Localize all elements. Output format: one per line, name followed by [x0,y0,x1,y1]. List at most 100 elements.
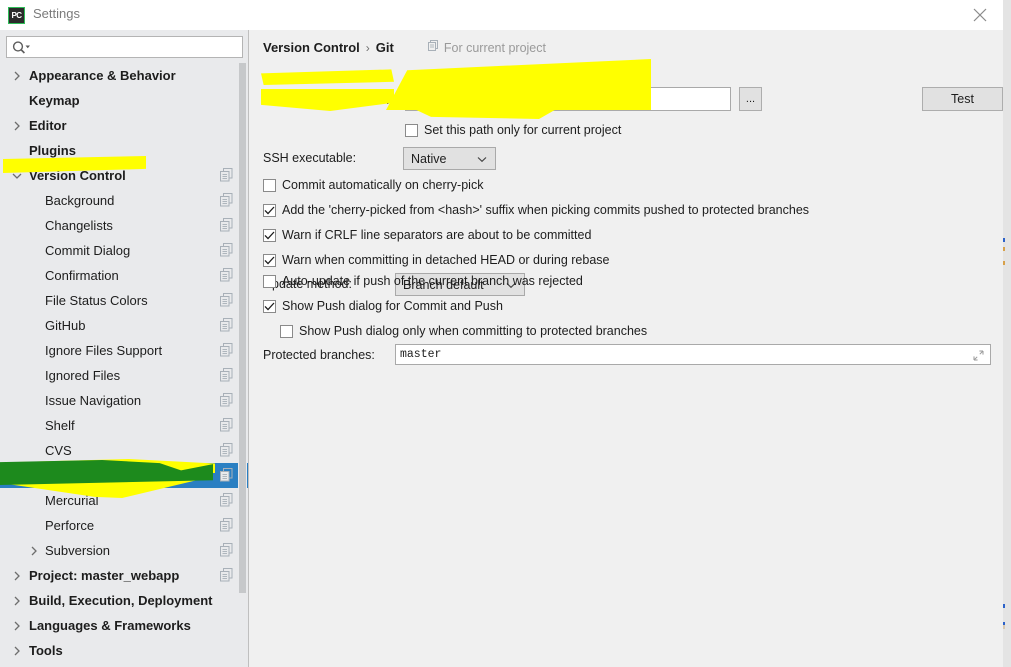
project-settings-icon[interactable] [220,218,233,232]
sidebar-item-cvs[interactable]: CVS [0,438,248,463]
set-path-current-project-row[interactable]: Set this path only for current project [405,123,621,137]
project-settings-icon[interactable] [220,443,233,457]
sidebar-item-ignored-files[interactable]: Ignored Files [0,363,248,388]
chevron-right-icon[interactable] [10,638,24,663]
search-icon [12,40,32,56]
test-button[interactable]: Test [922,87,1003,111]
project-settings-icon[interactable] [220,468,233,482]
path-to-git-label: Path to Git executable: [263,93,390,107]
sidebar-item-perforce[interactable]: Perforce [0,513,248,538]
option-checkbox[interactable] [263,299,276,313]
option-row[interactable]: Add the 'cherry-picked from <hash>' suff… [263,203,809,217]
path-to-git-row: Path to Git executable: [263,93,389,107]
chevron-right-icon[interactable] [10,113,24,138]
option-checkbox[interactable] [263,203,276,217]
set-path-current-project-checkbox[interactable] [405,123,418,137]
sidebar-item-label: GitHub [45,318,86,333]
breadcrumb: Version Control › Git For current projec… [263,40,546,55]
sidebar-item-project-master-webapp[interactable]: Project: master_webapp [0,563,248,588]
option-checkbox[interactable] [263,274,276,288]
sidebar-item-label: Keymap [29,93,80,108]
sidebar-item-label: Plugins [29,143,76,158]
sidebar-item-subversion[interactable]: Subversion [0,538,248,563]
git-settings-pane: Version Control › Git For current projec… [250,30,1003,667]
set-path-current-project-label: Set this path only for current project [424,123,622,137]
sidebar-item-issue-navigation[interactable]: Issue Navigation [0,388,248,413]
option-label: Warn when committing in detached HEAD or… [282,253,610,267]
chevron-right-icon[interactable] [10,563,24,588]
sidebar-item-commit-dialog[interactable]: Commit Dialog [0,238,248,263]
chevron-right-icon[interactable] [10,63,24,88]
ssh-executable-label: SSH executable: [263,151,357,165]
project-settings-icon[interactable] [220,318,233,332]
project-settings-icon[interactable] [220,493,233,507]
sidebar-item-changelists[interactable]: Changelists [0,213,248,238]
breadcrumb-parent[interactable]: Version Control [263,40,360,55]
option-row[interactable]: Auto-update if push of the current branc… [263,274,583,288]
search-input[interactable] [35,37,244,59]
sidebar-item-keymap[interactable]: Keymap [0,88,248,113]
sidebar-item-file-status-colors[interactable]: File Status Colors [0,288,248,313]
option-row[interactable]: Commit automatically on cherry-pick [263,178,483,192]
chevron-down-icon [477,152,487,166]
scope-note-label: For current project [443,40,546,55]
option-row[interactable]: Show Push dialog for Commit and Push [263,299,503,313]
chevron-down-icon[interactable] [10,163,24,188]
sidebar-item-build-execution-deployment[interactable]: Build, Execution, Deployment [0,588,248,613]
expand-icon[interactable] [973,350,984,361]
close-icon[interactable] [957,0,1003,30]
browse-button[interactable]: ... [739,87,762,111]
sidebar-item-appearance-behavior[interactable]: Appearance & Behavior [0,63,248,88]
project-settings-icon[interactable] [220,368,233,382]
sidebar-item-languages-frameworks[interactable]: Languages & Frameworks [0,613,248,638]
pycharm-logo-text: PC [11,10,22,20]
sidebar-item-plugins[interactable]: Plugins [0,138,248,163]
option-checkbox[interactable] [263,228,276,242]
sidebar-item-editor[interactable]: Editor [0,113,248,138]
sidebar-item-tools[interactable]: Tools [0,638,248,663]
option-row[interactable]: Show Push dialog only when committing to… [280,324,647,338]
option-label: Commit automatically on cherry-pick [282,178,484,192]
option-row[interactable]: Warn if CRLF line separators are about t… [263,228,591,242]
option-checkbox[interactable] [263,253,276,267]
sidebar-item-background[interactable]: Background [0,188,248,213]
sidebar-item-label: File Status Colors [45,293,148,308]
option-checkbox[interactable] [280,324,293,338]
project-settings-icon[interactable] [220,543,233,557]
sidebar-item-github[interactable]: GitHub [0,313,248,338]
sidebar-item-label: Issue Navigation [45,393,142,408]
ssh-executable-select[interactable]: Native [403,147,496,170]
project-settings-icon[interactable] [220,293,233,307]
settings-dialog: PC Settings Appearance & Behavior Keymap… [0,0,1003,667]
sidebar-item-version-control[interactable]: Version Control [0,163,248,188]
sidebar-item-mercurial[interactable]: Mercurial [0,488,248,513]
sidebar-item-label: Build, Execution, Deployment [29,593,213,608]
sidebar-scrollbar-thumb[interactable] [239,63,246,593]
project-settings-icon[interactable] [220,168,233,182]
path-to-git-input[interactable] [405,87,731,111]
chevron-right-icon[interactable] [27,538,41,563]
option-row[interactable]: Warn when committing in detached HEAD or… [263,253,609,267]
project-settings-icon[interactable] [220,343,233,357]
sidebar-item-shelf[interactable]: Shelf [0,413,248,438]
sidebar-item-label: Ignored Files [45,368,121,383]
chevron-right-icon[interactable] [10,588,24,613]
sidebar-item-confirmation[interactable]: Confirmation [0,263,248,288]
project-settings-icon[interactable] [220,418,233,432]
sidebar-item-ignore-files-support[interactable]: Ignore Files Support [0,338,248,363]
project-settings-icon[interactable] [220,193,233,207]
breadcrumb-separator-icon: › [365,40,370,55]
protected-branches-field[interactable]: master [395,344,991,365]
option-checkbox[interactable] [263,178,276,192]
project-settings-icon[interactable] [220,518,233,532]
project-settings-icon[interactable] [220,568,233,582]
sidebar-scrollbar[interactable] [238,63,247,667]
chevron-right-icon[interactable] [10,613,24,638]
ssh-executable-label-row: SSH executable: [263,151,356,165]
project-settings-icon[interactable] [220,393,233,407]
project-settings-icon[interactable] [220,243,233,257]
search-box[interactable] [6,36,244,59]
project-settings-icon[interactable] [220,268,233,282]
sidebar-item-git[interactable]: Git [0,463,248,488]
protected-branches-label: Protected branches: [263,348,375,362]
